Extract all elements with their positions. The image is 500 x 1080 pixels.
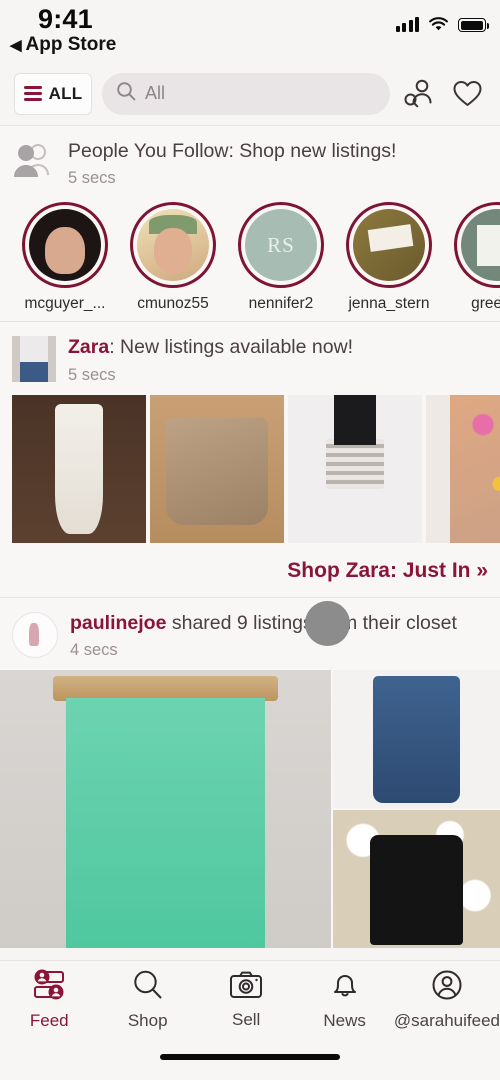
avatar[interactable] [346, 202, 432, 289]
followed-user-3[interactable]: jenna_stern [346, 202, 432, 313]
brand-post-card: Zara: New listings available now! 5 secs… [0, 322, 500, 597]
tab-label: Shop [127, 1011, 168, 1030]
brand-name[interactable]: Zara [68, 336, 109, 358]
loading-spinner-circle [305, 601, 350, 646]
avatar-image [12, 611, 58, 658]
user-post-title: paulinejoe shared 9 listings from their … [70, 612, 457, 635]
battery-icon [458, 18, 489, 32]
avatar[interactable]: RS [238, 202, 324, 289]
listing-photo-1[interactable] [150, 394, 284, 543]
back-triangle-icon: ◀ [10, 36, 22, 54]
brand-post-title-rest: : New listings available now! [109, 336, 354, 359]
people-you-follow-title: People You Follow: Shop new listings! [68, 140, 397, 162]
brand-post-title: Zara: New listings available now! [68, 336, 353, 359]
tab-news[interactable]: News [295, 961, 393, 1039]
avatar-image [461, 209, 500, 282]
tab-profile[interactable]: @sarahuifeed [394, 961, 500, 1039]
followed-users-row[interactable]: mcguyer_... cmunoz55 RS nennifer2 jenna_… [0, 198, 500, 321]
people-you-follow-header: People You Follow: Shop new listings! 5 … [0, 126, 500, 198]
followed-user-2[interactable]: RS nennifer2 [238, 202, 324, 313]
avatar[interactable] [130, 202, 216, 289]
home-indicator [160, 1054, 340, 1060]
tab-label: Sell [231, 1010, 261, 1029]
search-icon [131, 969, 165, 1006]
profile-icon [431, 969, 463, 1006]
brand-post-header: Zara: New listings available now! 5 secs [0, 322, 500, 394]
avatar-image [353, 209, 425, 282]
heart-icon[interactable] [448, 79, 486, 108]
people-group-icon [12, 142, 56, 178]
user-photo-grid[interactable] [0, 670, 500, 949]
tab-sell[interactable]: Sell [197, 961, 295, 1039]
back-to-app-store[interactable]: ◀ App Store [10, 34, 116, 56]
avatar[interactable] [454, 202, 500, 289]
followed-user-name: nennifer2 [248, 295, 314, 313]
hamburger-icon [23, 86, 42, 101]
followed-user-name: jenna_stern [348, 295, 430, 313]
brand-thumbnail-image [12, 336, 56, 383]
status-bar: 9:41 ◀ App Store [0, 0, 500, 62]
user-photo-column [333, 670, 500, 949]
listing-photo-2[interactable] [333, 810, 500, 949]
back-label: App Store [25, 34, 117, 55]
avatar[interactable] [22, 202, 108, 289]
listing-photo-2[interactable] [288, 394, 422, 543]
search-header: ALL All [0, 62, 500, 125]
avatar-image [29, 209, 101, 282]
brand-post-time: 5 secs [68, 365, 116, 384]
brand-photo-strip[interactable] [0, 394, 500, 543]
category-all-button[interactable]: ALL [14, 72, 92, 115]
listing-photo-0[interactable] [12, 394, 146, 543]
status-bar-indicators [395, 16, 489, 32]
people-you-follow-card: People You Follow: Shop new listings! 5 … [0, 126, 500, 322]
user-post-header: paulinejoe shared 9 listings from their … [0, 598, 500, 670]
listing-photo-1[interactable] [333, 670, 500, 809]
wifi-icon [428, 16, 449, 32]
feed-icon [30, 969, 68, 1006]
tab-feed[interactable]: Feed [0, 961, 98, 1039]
search-input[interactable]: All [102, 72, 390, 115]
tab-label: News [323, 1011, 366, 1030]
followed-user-4[interactable]: greenla [454, 202, 500, 313]
cellular-signal-icon [395, 16, 419, 32]
avatar-image [137, 209, 209, 282]
listing-photo-0[interactable] [0, 670, 331, 949]
post-username[interactable]: paulinejoe [70, 612, 166, 634]
bottom-tab-bar: Feed Shop Sell News @sarahuifeed [0, 960, 500, 1080]
avatar-image: RS [245, 209, 317, 282]
followed-user-name: greenla [471, 295, 500, 313]
followed-user-name: mcguyer_... [24, 295, 106, 313]
camera-icon [229, 970, 263, 1005]
find-people-icon[interactable] [400, 78, 438, 110]
listing-photo-3[interactable] [426, 394, 500, 543]
shop-brand-link[interactable]: Shop Zara: Just In » [0, 543, 500, 597]
search-icon [116, 81, 136, 106]
avatar-initials: RS [267, 232, 295, 257]
category-all-label: ALL [48, 83, 83, 103]
tab-label: @sarahuifeed [393, 1011, 500, 1030]
search-placeholder: All [145, 83, 166, 103]
user-post-card: paulinejoe shared 9 listings from their … [0, 597, 500, 949]
status-bar-time: 9:41 [38, 4, 93, 34]
bell-icon [329, 969, 361, 1006]
user-post-time: 4 secs [70, 641, 118, 660]
followed-user-1[interactable]: cmunoz55 [130, 202, 216, 313]
user-post-avatar[interactable] [12, 611, 58, 658]
brand-thumbnail[interactable] [12, 336, 56, 383]
app-screen: 9:41 ◀ App Store ALL All People You Foll… [0, 0, 500, 1080]
tab-label: Feed [29, 1011, 69, 1030]
tab-shop[interactable]: Shop [98, 961, 196, 1039]
followed-user-0[interactable]: mcguyer_... [22, 202, 108, 313]
followed-user-name: cmunoz55 [137, 295, 209, 313]
people-you-follow-time: 5 secs [68, 169, 116, 188]
